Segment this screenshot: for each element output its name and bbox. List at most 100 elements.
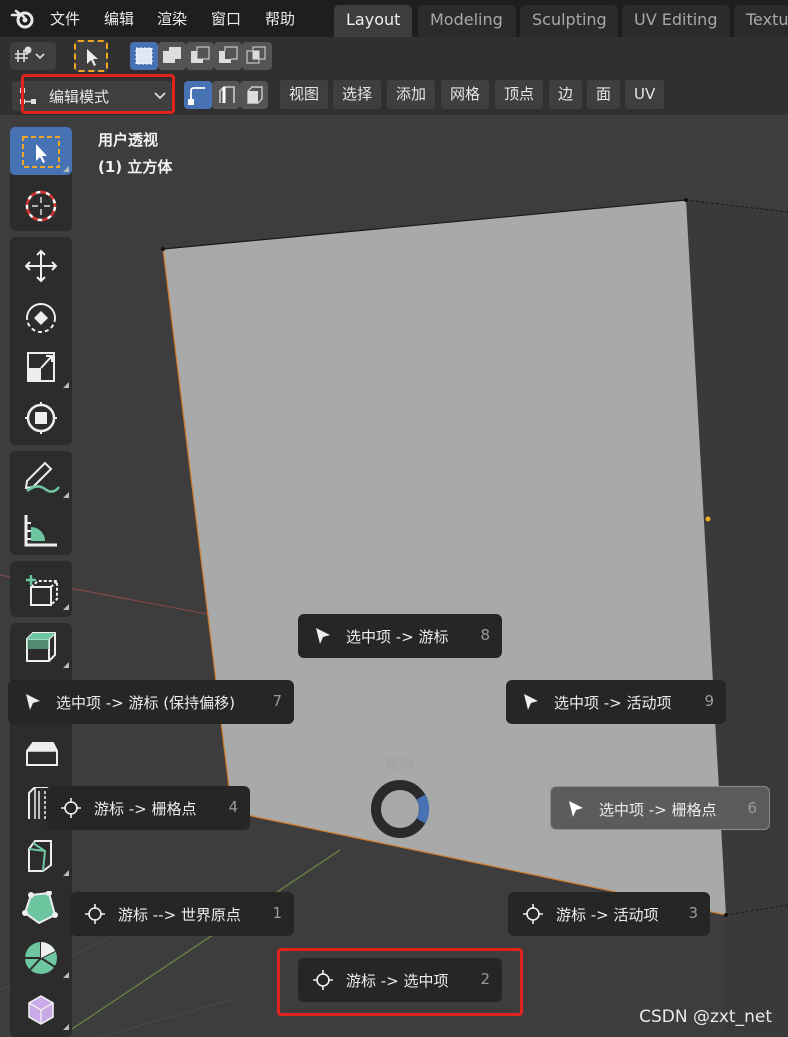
pie-item-selection-to-active[interactable]: 选中项 -> 活动项 9 [506,680,726,724]
toolbar-group-add [10,561,72,617]
cursor-arrow-icon [26,694,40,710]
select-new-icon [135,47,153,65]
tool-select-box[interactable] [10,127,72,175]
scale-icon [27,352,55,382]
pie-item-label: 选中项 -> 活动项 [554,694,672,712]
tool-variants-indicator [63,492,69,498]
tool-cursor[interactable] [10,181,72,229]
tab-texture-paint[interactable]: Textu [734,5,788,37]
tool-extrude[interactable] [10,623,72,671]
object-name-label: (1) 立方体 [98,158,173,176]
menu-edge[interactable]: 边 [549,80,583,109]
select-mode-intersect-button[interactable] [242,42,272,70]
pie-item-label: 选中项 -> 栅格点 [599,801,717,819]
tool-poly-build[interactable] [10,883,72,931]
tool-smooth[interactable] [10,985,72,1033]
pie-item-cursor-to-grid[interactable]: 游标 -> 栅格点 4 [46,786,250,830]
menu-uv[interactable]: UV [625,80,665,109]
pie-item-label: 选中项 -> 游标 [346,628,449,646]
extrude-region-icon [26,632,56,662]
menu-window[interactable]: 窗口 [211,8,241,29]
toolbar-group-annotate [10,451,72,555]
edge-select-icon [219,86,235,103]
select-subtract-icon [191,46,210,63]
tool-move[interactable] [10,241,72,289]
tool-variants-indicator [63,382,69,388]
select-mode-extend-button[interactable] [158,42,186,70]
watermark-text: CSDN @zxt_net [639,1007,772,1027]
tool-variants-indicator [63,604,69,610]
menu-mesh[interactable]: 网格 [441,80,490,109]
tab-uv-editing[interactable]: UV Editing [622,5,730,37]
select-intersect-icon [246,46,266,64]
spin-icon [25,942,57,974]
tab-layout[interactable]: Layout [334,5,412,37]
vertex [724,913,728,917]
pie-item-shortcut: 3 [688,904,698,922]
tool-scale[interactable] [10,343,72,391]
inset-faces-icon [26,742,58,766]
menu-render[interactable]: 渲染 [157,8,187,29]
tool-add-cube[interactable] [10,565,72,613]
pie-item-selection-to-cursor[interactable]: 选中项 -> 游标 8 [298,614,502,658]
tool-loop-cut[interactable] [10,831,72,879]
tool-rotate[interactable] [10,293,72,341]
blender-logo-icon[interactable] [10,7,36,31]
add-cube-icon [26,575,58,606]
face-select-mode-button[interactable] [240,81,268,109]
cursor-arrow-icon [316,628,330,644]
pie-item-cursor-to-world-origin[interactable]: 游标 --> 世界原点 1 [70,892,294,936]
orientation-dropdown[interactable] [10,42,56,70]
tool-spin[interactable] [10,933,72,981]
select-mode-subtract-button[interactable] [186,42,214,70]
toolbar-group-transform [10,237,72,445]
pie-direction-indicator [416,794,430,824]
tab-sculpting[interactable]: Sculpting [520,5,618,37]
menu-face[interactable]: 面 [587,80,621,109]
pie-item-label: 游标 -> 栅格点 [94,800,197,818]
menu-help[interactable]: 帮助 [265,8,295,29]
pie-item-shortcut: 1 [272,904,282,922]
pie-item-shortcut: 4 [228,798,238,816]
tool-variants-indicator [63,662,69,668]
select-extend-icon [163,47,181,63]
rotate-icon [26,303,56,333]
pointer-icon [87,49,98,66]
menu-view[interactable]: 视图 [280,80,329,109]
annotate-pencil-icon [24,461,60,493]
pie-item-cursor-to-active[interactable]: 游标 -> 活动项 3 [508,892,710,936]
tool-inset[interactable] [10,727,72,775]
pie-item-shortcut: 7 [272,692,282,710]
menu-add[interactable]: 添加 [387,80,436,109]
tool-measure[interactable] [10,505,72,553]
pie-title: 吸附 [386,757,414,773]
tool-transform[interactable] [10,393,72,441]
loop-cut-icon [28,840,52,872]
toolbar-group-select [10,127,72,231]
tool-variants-indicator [63,166,69,172]
select-box-icon [22,136,60,168]
menu-vertex[interactable]: 顶点 [495,80,544,109]
select-mode-new-button[interactable] [130,42,158,70]
vertex-select-mode-button[interactable] [184,81,212,109]
tool-variants-indicator [63,972,69,978]
vertex-select-icon [188,87,205,105]
cursor-arrow-icon [569,801,583,817]
menu-select[interactable]: 选择 [333,80,382,109]
tab-modeling[interactable]: Modeling [418,5,516,37]
select-mode-invert-button[interactable] [214,42,242,70]
edge-select-mode-button[interactable] [212,81,240,109]
select-invert-icon [219,46,238,63]
menu-file[interactable]: 文件 [50,8,80,29]
pie-item-label: 游标 -> 活动项 [556,906,659,924]
tool-annotate[interactable] [10,453,72,501]
pie-item-label: 游标 --> 世界原点 [118,906,241,924]
pie-item-selection-to-grid[interactable]: 选中项 -> 栅格点 6 [550,786,770,830]
3d-cursor-icon [523,904,543,924]
select-tool-button[interactable] [74,40,108,72]
pie-item-selection-to-cursor-offset[interactable]: 选中项 -> 游标 (保持偏移) 7 [8,680,294,724]
menu-edit[interactable]: 编辑 [104,8,134,29]
face-select-icon [247,86,263,104]
move-icon [24,249,58,283]
annotation-box-cursor-to-selected [277,948,523,1016]
